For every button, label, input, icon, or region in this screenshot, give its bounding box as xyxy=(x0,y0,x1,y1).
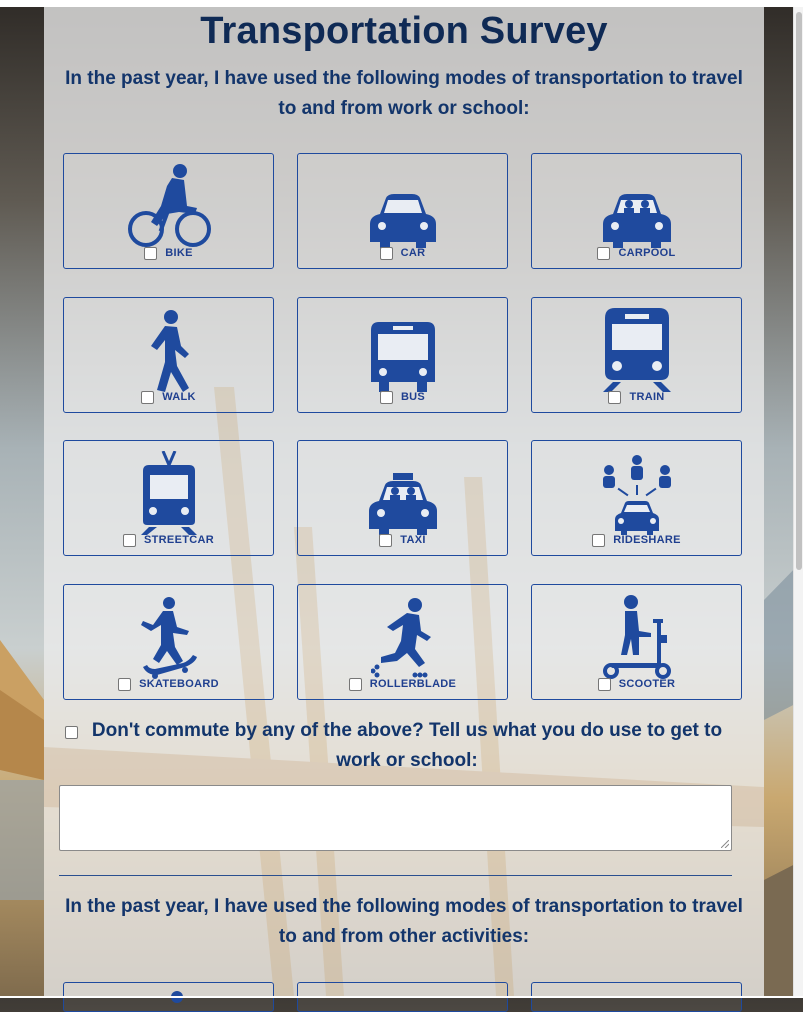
other-mode-checkbox[interactable] xyxy=(65,726,78,739)
mode-card-walk[interactable]: WALK xyxy=(63,297,274,413)
question-other-activities: In the past year, I have used the follow… xyxy=(65,896,743,947)
mode-label: STREETCAR xyxy=(144,534,214,546)
question-work-school: In the past year, I have used the follow… xyxy=(65,68,743,119)
bus-checkbox[interactable] xyxy=(379,390,393,404)
walk-checkbox[interactable] xyxy=(141,390,155,404)
mode-card-rollerblade[interactable]: ROLLERBLADE xyxy=(297,584,508,700)
mode-card-scooter[interactable]: SCOOTER xyxy=(531,584,742,700)
mode-card-rideshare[interactable]: RIDESHARE xyxy=(531,440,742,556)
resize-handle-icon[interactable] xyxy=(721,840,729,848)
car-checkbox[interactable] xyxy=(379,246,393,260)
taxi-icon xyxy=(368,473,437,535)
mode-card-bus[interactable]: BUS xyxy=(297,297,508,413)
mode-card-skateboard[interactable]: SKATEBOARD xyxy=(63,584,274,700)
streetcar-icon xyxy=(140,451,197,535)
mode-card-taxi[interactable]: TAXI xyxy=(297,440,508,556)
mode-card-carpool[interactable]: CARPOOL xyxy=(531,153,742,269)
mode-label: TRAIN xyxy=(629,391,665,403)
bike-checkbox[interactable] xyxy=(144,246,158,260)
mode-label: BUS xyxy=(400,391,426,403)
mode-label: WALK xyxy=(162,391,196,403)
carpool-checkbox[interactable] xyxy=(597,246,611,260)
mode-card-car[interactable]: CAR xyxy=(297,153,508,269)
mode-label: CARPOOL xyxy=(618,247,676,259)
mode-label: BIKE xyxy=(165,247,193,259)
train-icon xyxy=(602,308,671,392)
mode-label: SKATEBOARD xyxy=(139,678,219,690)
bus-icon xyxy=(370,322,435,392)
train-checkbox[interactable] xyxy=(608,390,622,404)
mode-card-bike[interactable]: BIKE xyxy=(63,153,274,269)
mode-label: SCOOTER xyxy=(618,678,676,690)
mode-card-streetcar[interactable]: STREETCAR xyxy=(63,440,274,556)
skateboard-checkbox[interactable] xyxy=(118,677,132,691)
mode-label: RIDESHARE xyxy=(613,534,681,546)
mode-label: ROLLERBLADE xyxy=(369,678,457,690)
taxi-checkbox[interactable] xyxy=(379,533,393,547)
scooter-icon xyxy=(602,595,671,679)
scooter-checkbox[interactable] xyxy=(597,677,611,691)
rideshare-checkbox[interactable] xyxy=(592,533,606,547)
skateboard-icon xyxy=(140,597,197,679)
top-edge xyxy=(0,0,803,7)
mode-label: CAR xyxy=(400,247,426,259)
mode-label: TAXI xyxy=(400,534,426,546)
rollerblade-icon xyxy=(370,598,431,678)
car-icon xyxy=(369,194,436,248)
carpool-icon xyxy=(602,194,671,248)
mode-card-train[interactable]: TRAIN xyxy=(531,297,742,413)
page-title: Transportation Survey xyxy=(200,10,608,52)
walk-icon xyxy=(150,310,189,392)
other-mode-prompt: Don't commute by any of the above? Tell … xyxy=(91,720,723,771)
scrollbar-thumb[interactable] xyxy=(796,12,802,570)
rideshare-icon xyxy=(602,455,671,535)
bike-icon xyxy=(127,164,211,247)
rollerblade-checkbox[interactable] xyxy=(348,677,362,691)
section-divider xyxy=(59,875,732,876)
other-mode-textarea[interactable] xyxy=(59,785,732,851)
streetcar-checkbox[interactable] xyxy=(123,533,137,547)
